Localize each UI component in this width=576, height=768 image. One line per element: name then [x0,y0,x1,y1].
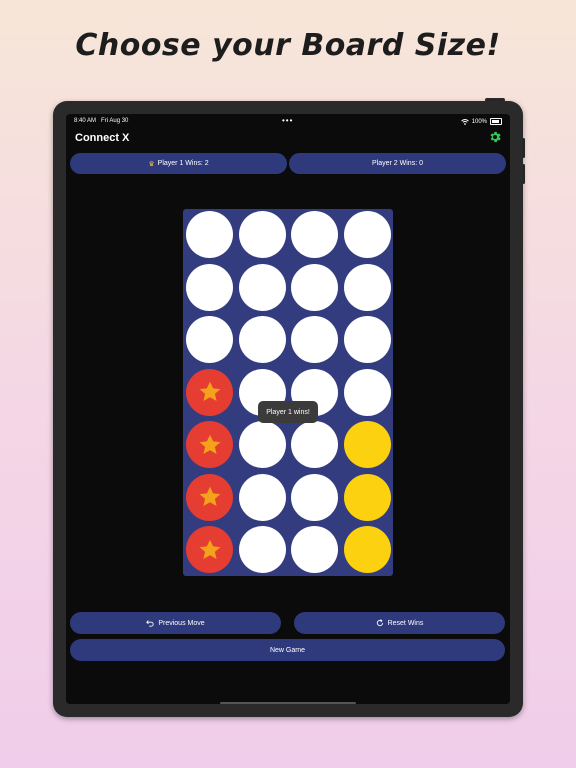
app-screen: 8:40 AM Fri Aug 30 ••• 100% Connect X ♛ … [66,114,510,704]
previous-move-label: Previous Move [158,619,205,627]
app-title: Connect X [75,132,130,144]
battery-icon [490,118,502,125]
board-cell-r1-c1[interactable] [186,211,233,258]
win-toast: Player 1 wins! [258,401,318,423]
board-cell-r6-c1[interactable] [186,473,233,521]
board-cell-r2-c4[interactable] [343,263,391,311]
board-cell-r2-c2[interactable] [238,263,286,311]
game-board[interactable] [183,209,393,576]
board-cell-r3-c2[interactable] [238,316,286,363]
board-cell-r1-c2[interactable] [238,211,286,258]
board-cell-r5-c3[interactable] [291,421,338,468]
star-icon [199,539,220,559]
board-cell-r3-c4[interactable] [343,316,391,363]
new-game-button[interactable]: New Game [70,639,505,661]
reset-wins-button[interactable]: Reset Wins [294,612,505,634]
star-icon [199,434,220,454]
crown-icon: ♛ [148,160,155,168]
wifi-icon [460,118,469,125]
reset-wins-label: Reset Wins [387,619,424,627]
board-cell-r7-c3[interactable] [291,526,338,573]
player1-score-label: Player 1 Wins: 2 [157,160,209,167]
board-cell-r4-c1[interactable] [186,368,233,416]
board-cell-r7-c4[interactable] [343,526,391,573]
board-cell-r1-c3[interactable] [291,211,338,258]
board-cell-r5-c4[interactable] [343,421,391,468]
home-indicator [220,702,356,704]
player2-score-label: Player 2 Wins: 0 [372,160,423,167]
board-cell-r7-c1[interactable] [186,526,233,573]
star-icon [199,486,220,506]
board-cell-r5-c2[interactable] [238,421,286,468]
settings-gear-icon[interactable] [488,130,502,144]
previous-move-button[interactable]: Previous Move [70,612,281,634]
board-cell-r3-c1[interactable] [186,316,233,363]
board-cell-r4-c4[interactable] [343,368,391,416]
multitask-dots-icon: ••• [282,116,294,125]
board-cell-r7-c2[interactable] [238,526,286,573]
player2-score-button[interactable]: Player 2 Wins: 0 [289,153,506,174]
headline: Choose your Board Size! [75,28,501,63]
new-game-label: New Game [269,646,305,654]
board-cell-r2-c1[interactable] [186,263,233,311]
status-bar: 8:40 AM Fri Aug 30 ••• 100% [66,116,510,128]
undo-icon [146,620,154,627]
status-time: 8:40 AM Fri Aug 30 [74,118,129,124]
board-cell-r6-c2[interactable] [238,473,286,521]
board-cell-r2-c3[interactable] [291,263,338,311]
board-cell-r3-c3[interactable] [291,316,338,363]
battery-percent: 100% [471,118,487,125]
board-cell-r1-c4[interactable] [343,211,391,258]
board-cell-r6-c4[interactable] [343,473,391,521]
star-icon [199,381,220,401]
board-cell-r6-c3[interactable] [291,473,338,521]
player1-score-button[interactable]: ♛ Player 1 Wins: 2 [70,153,287,174]
board-cell-r5-c1[interactable] [186,421,233,468]
refresh-icon [376,619,383,627]
